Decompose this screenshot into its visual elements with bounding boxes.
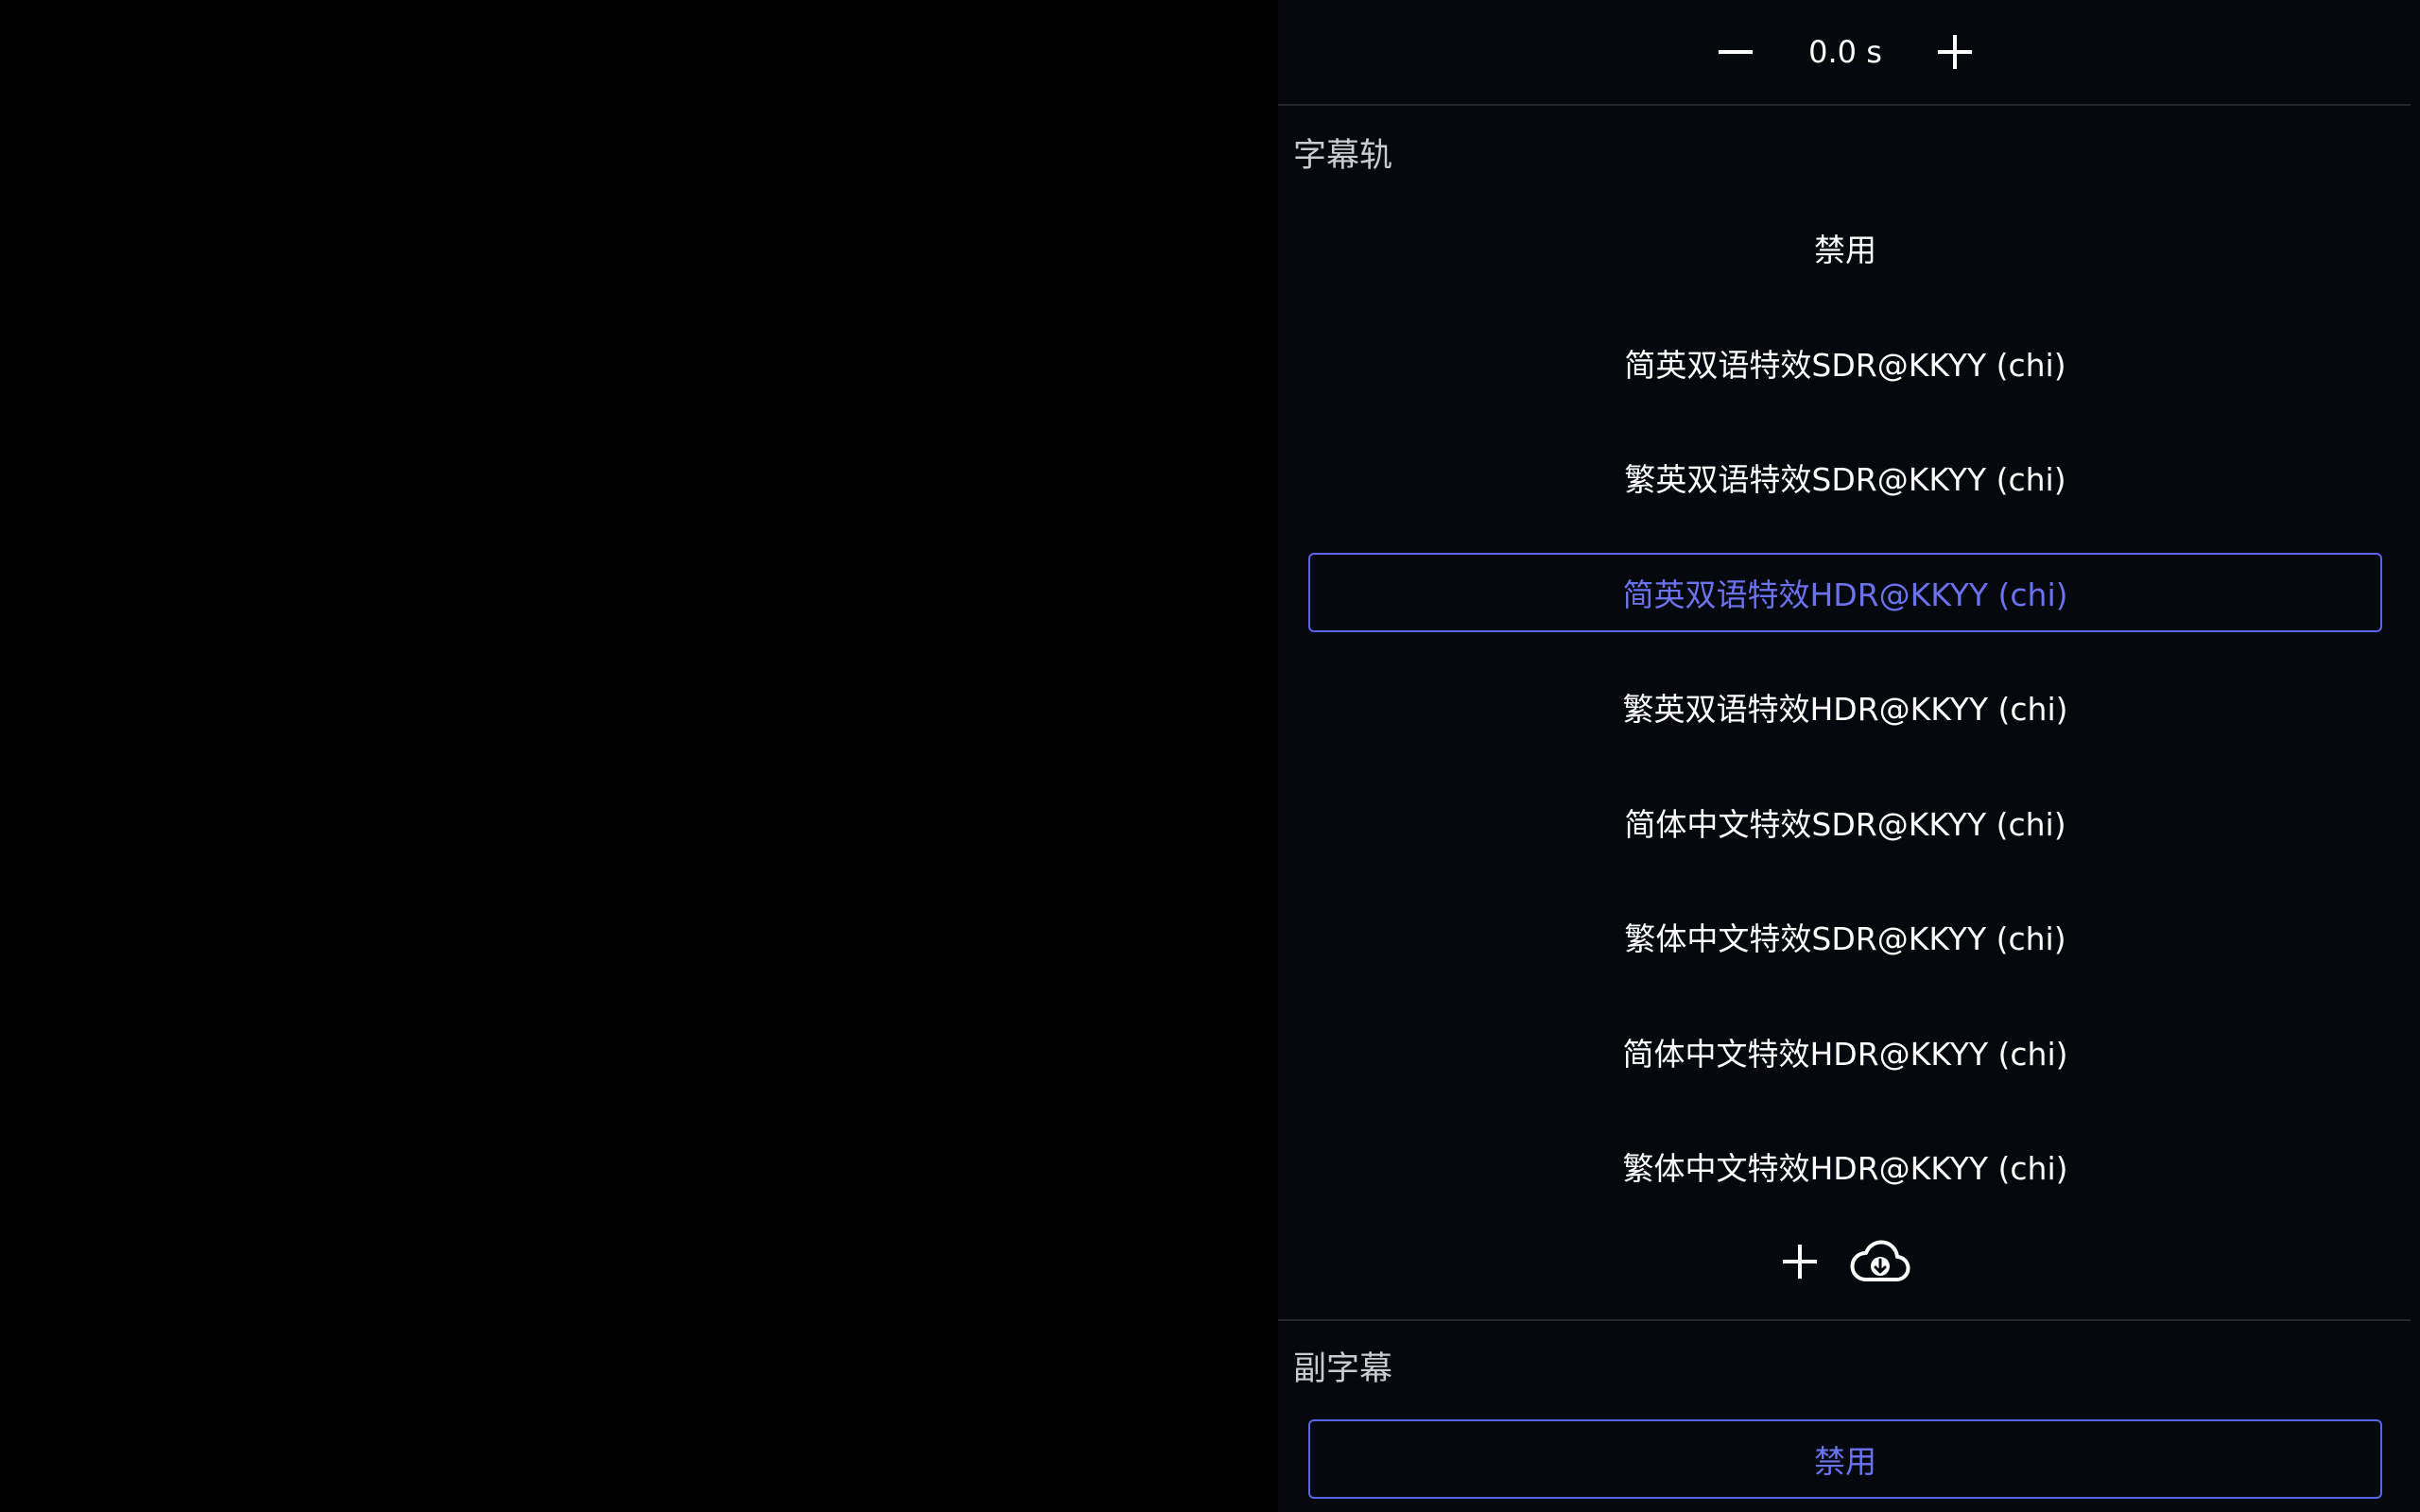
section-title-subtitle-tracks: 字幕轨: [1293, 137, 1393, 175]
subtitle-track-item[interactable]: 简体中文特效SDR@KKYY (chi): [1308, 782, 2382, 862]
download-subtitle-button[interactable]: [1849, 1233, 1911, 1290]
plus-icon: [1938, 35, 1972, 69]
divider: [1278, 1319, 2411, 1321]
video-area: [0, 0, 1278, 1512]
add-subtitle-button[interactable]: [1779, 1233, 1821, 1290]
subtitle-track-item[interactable]: 繁英双语特效SDR@KKYY (chi): [1308, 438, 2382, 517]
subtitle-track-item[interactable]: 简英双语特效HDR@KKYY (chi): [1308, 552, 2382, 632]
subtitle-track-item[interactable]: 繁英双语特效HDR@KKYY (chi): [1308, 667, 2382, 747]
subtitle-track-item[interactable]: 简体中文特效HDR@KKYY (chi): [1308, 1012, 2382, 1091]
delay-value: 0.0 s: [1808, 34, 1882, 70]
divider: [1278, 104, 2411, 106]
secondary-subtitle-list: 禁用: [1308, 1419, 2382, 1512]
minus-icon: [1719, 50, 1753, 54]
cloud-download-icon: [1850, 1240, 1910, 1281]
subtitle-track-item[interactable]: 禁用: [1308, 208, 2382, 287]
subtitle-actions: [1278, 1228, 2412, 1295]
subtitle-track-item[interactable]: 繁体中文特效SDR@KKYY (chi): [1308, 897, 2382, 976]
subtitle-track-item[interactable]: 简英双语特效SDR@KKYY (chi): [1308, 323, 2382, 403]
subtitle-delay-control: 0.0 s: [1278, 0, 2412, 104]
section-title-secondary-subtitles: 副字幕: [1293, 1350, 1393, 1388]
subtitle-track-list: 禁用简英双语特效SDR@KKYY (chi) 繁英双语特效SDR@KKYY (ch…: [1308, 208, 2382, 1242]
subtitle-track-item[interactable]: 繁体中文特效HDR@KKYY (chi): [1308, 1126, 2382, 1206]
secondary-subtitle-item[interactable]: 禁用: [1308, 1419, 2382, 1499]
plus-icon: [1783, 1245, 1817, 1279]
delay-decrease-button[interactable]: [1709, 26, 1762, 78]
subtitle-settings-panel: 0.0 s 字幕轨 禁用 简英双语特效SDR@KKYY (chi) 繁英双语特效SD…: [1278, 0, 2420, 1512]
delay-increase-button[interactable]: [1928, 26, 1981, 78]
